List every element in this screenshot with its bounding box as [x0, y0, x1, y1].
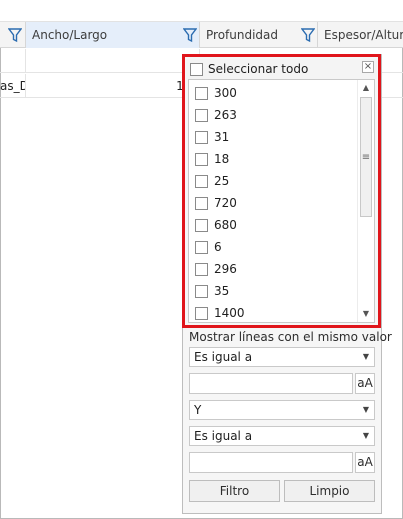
list-item[interactable]: 6: [189, 237, 359, 259]
list-item[interactable]: 300: [189, 83, 359, 105]
table-cell: 140: [26, 74, 200, 98]
column-header-label: Profundidad: [206, 28, 279, 42]
logic-operator-value: Y: [194, 403, 202, 417]
value-label: 296: [214, 262, 237, 276]
filter-icon[interactable]: [301, 27, 315, 43]
filter-icon[interactable]: [8, 27, 22, 43]
filter-button[interactable]: Filtro: [189, 480, 280, 502]
value-checkbox[interactable]: [195, 307, 208, 320]
value-checkbox[interactable]: [195, 153, 208, 166]
list-item[interactable]: 680: [189, 215, 359, 237]
list-item[interactable]: 263: [189, 105, 359, 127]
chevron-down-icon[interactable]: ▼: [363, 401, 369, 419]
list-item[interactable]: 296: [189, 259, 359, 281]
column-header-profundidad[interactable]: Profundidad: [200, 22, 318, 48]
select-all-checkbox[interactable]: [190, 63, 203, 76]
value-label: 300: [214, 86, 237, 100]
condition2-value: Es igual a: [194, 429, 253, 443]
top-strip: [0, 0, 403, 22]
column-header-label: Espesor/Altura: [324, 28, 403, 42]
value-label: 31: [214, 130, 230, 144]
condition1-value: Es igual a: [194, 350, 253, 364]
table-cell: 30: [26, 49, 200, 73]
list-item[interactable]: 25: [189, 171, 359, 193]
chevron-down-icon[interactable]: ▼: [363, 427, 369, 445]
column-header-ancho-largo[interactable]: Ancho/Largo: [26, 22, 200, 48]
clear-button[interactable]: Limpio: [284, 480, 375, 502]
vertical-scrollbar[interactable]: ▲ ≡ ▼: [357, 80, 373, 322]
select-all-label: Seleccionar todo: [208, 62, 309, 76]
value-label: 720: [214, 196, 237, 210]
grid-header: Ancho/Largo Profundidad Espesor/Altura: [0, 22, 403, 48]
value-checkbox[interactable]: [195, 109, 208, 122]
condition1-select[interactable]: Es igual a ▼: [189, 347, 375, 367]
value1-input[interactable]: [189, 373, 353, 394]
table-cell: [0, 49, 26, 73]
value-label: 25: [214, 174, 230, 188]
logic-operator-select[interactable]: Y ▼: [189, 400, 375, 420]
filter-icon[interactable]: [183, 27, 197, 43]
value-checkbox[interactable]: [195, 285, 208, 298]
table-cell: as_D: [0, 74, 26, 98]
list-item[interactable]: 720: [189, 193, 359, 215]
select-all-row[interactable]: Seleccionar todo: [186, 59, 377, 79]
value-checkbox[interactable]: [195, 87, 208, 100]
column-header-label: Ancho/Largo: [32, 28, 108, 42]
scroll-up-icon[interactable]: ▲: [358, 81, 374, 95]
value-label: 263: [214, 108, 237, 122]
match-case-button[interactable]: aA: [355, 373, 375, 394]
value-checkbox[interactable]: [195, 241, 208, 254]
column-header-espesor-altura[interactable]: Espesor/Altura: [318, 22, 403, 48]
condition2-select[interactable]: Es igual a ▼: [189, 426, 375, 446]
list-item[interactable]: 18: [189, 149, 359, 171]
value-label: 35: [214, 284, 230, 298]
value2-input[interactable]: [189, 452, 353, 473]
list-item[interactable]: 31: [189, 127, 359, 149]
value-label: 680: [214, 218, 237, 232]
list-item[interactable]: 1400: [189, 303, 359, 325]
scrollbar-thumb[interactable]: ≡: [360, 97, 372, 217]
close-icon[interactable]: ×: [362, 61, 374, 73]
value-checkbox[interactable]: [195, 175, 208, 188]
column-header-partial[interactable]: [0, 22, 26, 48]
value-checkbox[interactable]: [195, 263, 208, 276]
scroll-down-icon[interactable]: ▼: [358, 307, 374, 321]
value-checkbox[interactable]: [195, 197, 208, 210]
list-item[interactable]: 35: [189, 281, 359, 303]
value-checkbox[interactable]: [195, 219, 208, 232]
match-case-button[interactable]: aA: [355, 452, 375, 473]
chevron-down-icon[interactable]: ▼: [363, 348, 369, 366]
value-label: 1400: [214, 306, 245, 320]
filter-values-list[interactable]: 300 263 31 18 25 720 680 6 296 35 1400: [188, 79, 375, 323]
show-rows-label: Mostrar líneas con el mismo valor: [189, 330, 392, 344]
value-label: 6: [214, 240, 222, 254]
value-label: 18: [214, 152, 230, 166]
value-checkbox[interactable]: [195, 131, 208, 144]
